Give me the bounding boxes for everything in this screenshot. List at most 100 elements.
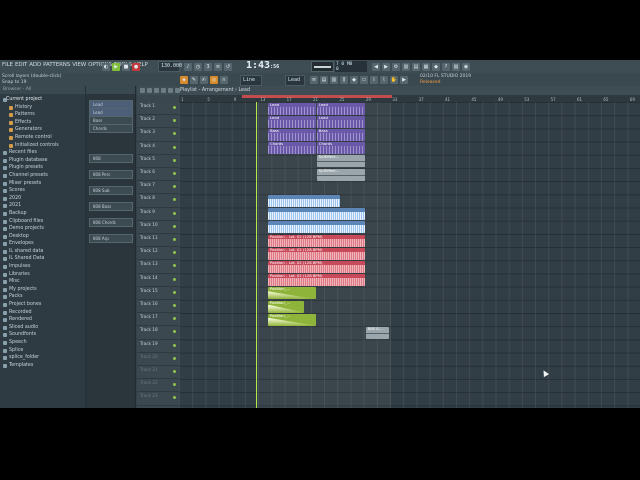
track-header[interactable]: Track 16	[137, 300, 179, 314]
track-header[interactable]: Track 1	[137, 102, 179, 116]
mute-icon[interactable]	[161, 88, 166, 93]
browser-item[interactable]: Generators	[0, 126, 85, 134]
track-mute-led-icon[interactable]	[173, 132, 176, 136]
track-mute-led-icon[interactable]	[173, 370, 176, 373]
cable-icon[interactable]: ⌇	[380, 75, 388, 84]
paint-icon[interactable]: ✍	[200, 75, 208, 84]
draw-icon[interactable]: ✎	[190, 75, 198, 84]
channel-slot[interactable]: 808 Bass	[89, 202, 133, 211]
track-header[interactable]: Track 22	[137, 379, 179, 393]
track-mute-led-icon[interactable]	[173, 277, 176, 281]
blend-icon[interactable]: ≡	[214, 62, 222, 71]
news-panel[interactable]: 02/10 FL STUDIO 2019 Released	[420, 74, 471, 85]
browser-item[interactable]: Packs	[0, 293, 85, 301]
browser-item[interactable]: IL shared data	[0, 248, 85, 256]
channel-slot[interactable]: Chords	[89, 124, 133, 133]
playlist-clip[interactable]: Position - Lot. 02 (128 BPM)	[268, 234, 365, 247]
track-mute-led-icon[interactable]	[173, 198, 176, 202]
browser-item[interactable]: Desktop	[0, 233, 85, 241]
browser-header[interactable]: Browser - All	[0, 86, 85, 94]
track-header[interactable]: Track 12	[137, 247, 179, 261]
track-header[interactable]: Track 6	[137, 168, 179, 182]
playlist-clip[interactable]: SplEffect...	[316, 168, 365, 181]
slice-icon[interactable]	[168, 88, 173, 93]
playlist-clip[interactable]: Lead	[268, 102, 316, 115]
playlist-clip[interactable]: SplEffect...	[316, 155, 365, 168]
browser-item[interactable]: splice_folder	[0, 354, 85, 362]
track-mute-led-icon[interactable]	[173, 145, 176, 149]
track-header[interactable]: Track 23	[137, 392, 179, 406]
track-mute-led-icon[interactable]	[173, 251, 176, 255]
browser-item[interactable]: Initialized controls	[0, 142, 85, 150]
channel-slot[interactable]: 808	[89, 154, 133, 163]
channel-rack-header[interactable]	[86, 86, 135, 94]
plugin-picker-icon[interactable]: ◆	[350, 75, 358, 84]
track-header[interactable]: Track 11	[137, 234, 179, 248]
arrangement-grid[interactable]: Lead Lead Lead Lead Bass Bass Chords Chords SplE…	[179, 102, 640, 408]
channel-slot[interactable]: 808 Arp	[89, 234, 133, 243]
track-mute-led-icon[interactable]	[173, 119, 176, 123]
track-mute-led-icon[interactable]	[173, 343, 176, 347]
browser-item[interactable]: Libraries	[0, 271, 85, 279]
tempo-display[interactable]: 130.000	[158, 61, 182, 72]
browser-item[interactable]: Misc	[0, 278, 85, 286]
track-header[interactable]: Track 20	[137, 353, 179, 366]
browser-item[interactable]: Recorded	[0, 309, 85, 317]
track-mute-led-icon[interactable]	[173, 172, 176, 175]
menu-item-patterns[interactable]: PATTERNS	[43, 62, 70, 68]
track-header[interactable]: Track 8	[137, 194, 179, 208]
track-mute-led-icon[interactable]	[173, 106, 176, 109]
playlist-clip[interactable]: 808 G...	[365, 326, 389, 339]
browser-item[interactable]: Speech	[0, 339, 85, 347]
track-header[interactable]: Track 15	[137, 287, 179, 300]
track-mute-led-icon[interactable]	[173, 317, 176, 321]
play-button[interactable]: ▶	[112, 62, 120, 71]
browser-item[interactable]: Project bones	[0, 301, 85, 309]
browser-item[interactable]: Backup	[0, 210, 85, 218]
track-mute-led-icon[interactable]	[173, 396, 176, 400]
browser-item[interactable]: 2020	[0, 195, 85, 203]
track-header[interactable]: Track 9	[137, 208, 179, 221]
playhead[interactable]	[256, 102, 257, 408]
delete-icon[interactable]	[154, 88, 159, 93]
track-header[interactable]: Track 17	[137, 313, 179, 327]
touch-icon[interactable]: ✋	[390, 75, 398, 84]
track-mute-led-icon[interactable]	[173, 356, 176, 360]
playlist-clip[interactable]: Position_...	[268, 287, 316, 300]
info-icon[interactable]: i	[370, 75, 378, 84]
browser-item[interactable]: Effects	[0, 119, 85, 127]
next-icon[interactable]: ▶	[382, 62, 390, 71]
browser-item[interactable]: Envelopes	[0, 240, 85, 248]
playlist-icon[interactable]: ≡	[310, 75, 318, 84]
song-time-display[interactable]: 1:43:56	[246, 60, 279, 71]
track-header[interactable]: Track 14	[137, 274, 179, 287]
browser-item[interactable]: Splice	[0, 347, 85, 355]
browser-item[interactable]: Mixer presets	[0, 180, 85, 188]
track-header[interactable]: Track 5	[137, 155, 179, 168]
playlist-clip[interactable]	[268, 221, 365, 234]
playlist-clip[interactable]: Position_...	[268, 313, 316, 326]
channels-icon[interactable]: ▥	[330, 75, 338, 84]
magnet-icon[interactable]: ∩	[220, 75, 228, 84]
track-header[interactable]: Track 18	[137, 326, 179, 340]
pattern-song-toggle-icon[interactable]: ◐	[102, 62, 110, 71]
browser-item[interactable]: My projects	[0, 286, 85, 294]
loop-record-icon[interactable]: ↺	[224, 62, 232, 71]
browser-item[interactable]: Impulses	[0, 263, 85, 271]
lead-selector[interactable]: Lead	[285, 75, 305, 86]
plugin-icon[interactable]: ◆	[432, 62, 440, 71]
browser-item[interactable]: Plugin database	[0, 157, 85, 165]
browser-item[interactable]: Channel presets	[0, 172, 85, 180]
browser-item[interactable]: Recent files	[0, 149, 85, 157]
previous-icon[interactable]: ◀	[372, 62, 380, 71]
track-header[interactable]: Track 19	[137, 340, 179, 353]
menu-item-edit[interactable]: EDIT	[15, 62, 27, 68]
timeline-ruler[interactable]: 15913172125293337414549535761656973	[179, 95, 640, 102]
folder-icon[interactable]: ▭	[360, 75, 368, 84]
playlist-clip[interactable]: Position - Lot. 02 (128 BPM)	[268, 274, 365, 287]
gear-icon[interactable]: ⚙	[392, 62, 400, 71]
track-mute-led-icon[interactable]	[173, 185, 176, 189]
track-mute-led-icon[interactable]	[173, 224, 176, 228]
playlist-clip[interactable]	[268, 194, 341, 207]
snap-icon[interactable]: ◈	[180, 75, 188, 84]
